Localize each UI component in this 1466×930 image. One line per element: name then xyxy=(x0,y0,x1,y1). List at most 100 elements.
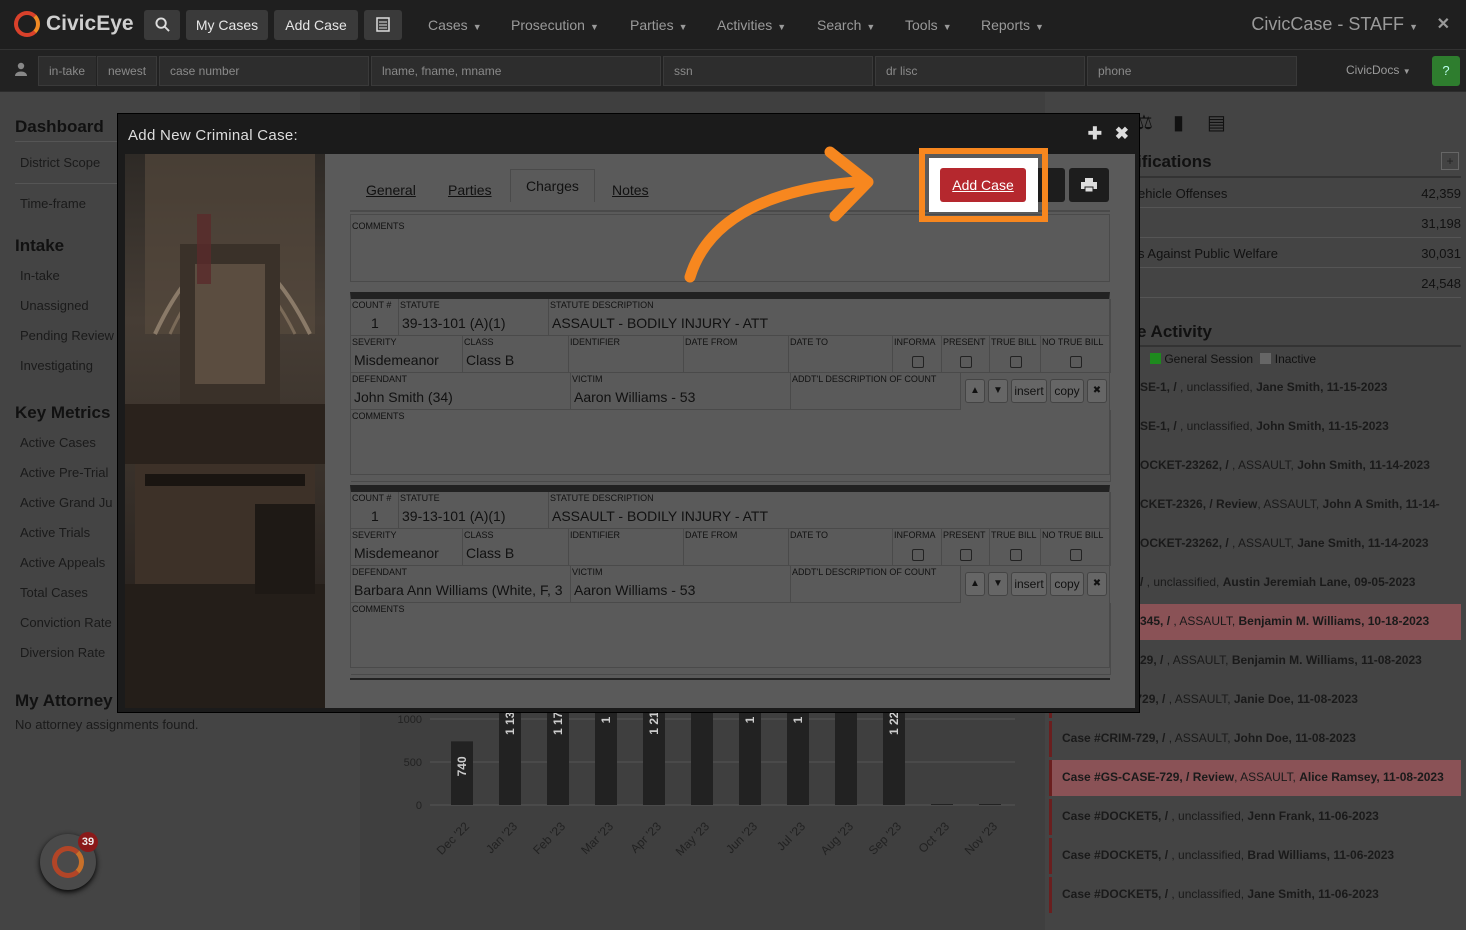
checkbox[interactable] xyxy=(1070,356,1082,368)
defendant-field[interactable]: DEFENDANT Barbara Ann Williams (White, F,… xyxy=(351,566,571,603)
bar[interactable] xyxy=(835,701,857,805)
nav-tools[interactable]: Tools ▼ xyxy=(905,17,952,33)
addtl-description-field[interactable]: ADDT'L DESCRIPTION OF COUNT xyxy=(791,373,961,410)
metric-total-cases[interactable]: Total Cases xyxy=(20,585,88,600)
activity-item[interactable]: Case #DOCKET5, / , unclassified, Jane Sm… xyxy=(1049,877,1461,913)
comments-field[interactable]: COMMENTS xyxy=(351,410,1111,482)
tab-notes[interactable]: Notes xyxy=(612,182,649,198)
identifier-field[interactable]: IDENTIFIER xyxy=(569,529,684,566)
newest-filter[interactable]: newest xyxy=(97,56,157,86)
insert-button[interactable]: insert xyxy=(1011,379,1047,403)
metric-active-appeals[interactable]: Active Appeals xyxy=(20,555,105,570)
metric-conviction-rate[interactable]: Conviction Rate xyxy=(20,615,112,630)
intake-filter[interactable]: in-take xyxy=(38,56,96,86)
role-switcher[interactable]: CivicCase - STAFF ▼ xyxy=(1251,14,1418,35)
victim-field[interactable]: VICTIM Aaron Williams - 53 xyxy=(571,566,791,603)
sidebar-item-pending-review[interactable]: Pending Review xyxy=(20,328,114,343)
close-icon[interactable]: ✕ xyxy=(1437,14,1450,34)
sidebar-item-intake[interactable]: In-take xyxy=(20,268,60,283)
civicdocs-menu[interactable]: CivicDocs ▼ xyxy=(1346,63,1411,77)
date-to-field[interactable]: DATE TO xyxy=(789,336,893,373)
print-button[interactable] xyxy=(1069,168,1109,202)
addtl-description-field[interactable]: ADDT'L DESCRIPTION OF COUNT xyxy=(791,566,961,603)
class-field[interactable]: CLASS Class B xyxy=(463,529,569,566)
nav-prosecution[interactable]: Prosecution ▼ xyxy=(511,17,599,33)
my-cases-button[interactable]: My Cases xyxy=(186,10,268,40)
nav-activities[interactable]: Activities ▼ xyxy=(717,17,786,33)
help-button[interactable]: ? xyxy=(1432,56,1460,86)
activity-item[interactable]: Case #GS-CASE-729, / Review, ASSAULT, Al… xyxy=(1049,760,1461,796)
checkbox[interactable] xyxy=(1010,356,1022,368)
app-logo[interactable]: CivicEye xyxy=(14,11,134,37)
count-field[interactable]: COUNT # 1 xyxy=(351,492,399,529)
identifier-field[interactable]: IDENTIFIER xyxy=(569,336,684,373)
copy-button[interactable]: copy xyxy=(1050,572,1084,596)
class-field[interactable]: CLASS Class B xyxy=(463,336,569,373)
checkbox[interactable] xyxy=(960,549,972,561)
tab-general[interactable]: General xyxy=(366,182,416,198)
count-field[interactable]: COUNT # 1 xyxy=(351,299,399,336)
ssn-input[interactable]: ssn xyxy=(663,56,873,86)
statute-description-field[interactable]: STATUTE DESCRIPTION ASSAULT - BODILY INJU… xyxy=(549,492,1111,529)
copy-button[interactable]: copy xyxy=(1050,379,1084,403)
dr-lisc-input[interactable]: dr lisc xyxy=(875,56,1085,86)
user-icon[interactable] xyxy=(14,62,28,81)
metric-diversion-rate[interactable]: Diversion Rate xyxy=(20,645,105,660)
sidebar-item-unassigned[interactable]: Unassigned xyxy=(20,298,89,313)
search-button[interactable] xyxy=(144,10,180,40)
add-case-nav-button[interactable]: Add Case xyxy=(274,10,358,40)
insert-button[interactable]: insert xyxy=(1011,572,1047,596)
metric-active-pre-trial[interactable]: Active Pre-Trial xyxy=(20,465,108,480)
document-icon[interactable]: ▮ xyxy=(1173,110,1184,135)
severity-field[interactable]: SEVERITY Misdemeanor xyxy=(351,529,463,566)
expand-plus-icon[interactable]: ✚ xyxy=(1088,124,1102,143)
date-from-field[interactable]: DATE FROM xyxy=(684,529,789,566)
expand-button[interactable]: + xyxy=(1441,152,1459,170)
close-modal-icon[interactable]: ✖ xyxy=(1115,124,1129,143)
move-up-button[interactable]: ▲ xyxy=(965,379,985,403)
phone-input[interactable]: phone xyxy=(1087,56,1297,86)
date-from-field[interactable]: DATE FROM xyxy=(684,336,789,373)
name-input[interactable]: lname, fname, mname xyxy=(371,56,661,86)
case-number-input[interactable]: case number xyxy=(159,56,369,86)
delete-button[interactable]: ✖ xyxy=(1087,572,1107,596)
district-scope-link[interactable]: District Scope xyxy=(20,155,100,170)
move-down-button[interactable]: ▼ xyxy=(988,572,1008,596)
statute-field[interactable]: STATUTE 39-13-101 (A)(1) xyxy=(399,492,549,529)
sidebar-item-investigating[interactable]: Investigating xyxy=(20,358,93,373)
move-up-button[interactable]: ▲ xyxy=(965,572,985,596)
tab-charges[interactable]: Charges xyxy=(510,169,595,202)
comments-field[interactable]: COMMENTS xyxy=(351,603,1111,675)
checkbox[interactable] xyxy=(912,549,924,561)
checkbox[interactable] xyxy=(1070,549,1082,561)
bar[interactable] xyxy=(979,804,1001,805)
nav-cases[interactable]: Cases ▼ xyxy=(428,17,482,33)
move-down-button[interactable]: ▼ xyxy=(988,379,1008,403)
checkbox[interactable] xyxy=(960,356,972,368)
activity-item[interactable]: Case #CRIM-729, / , ASSAULT, John Doe, 1… xyxy=(1049,721,1461,757)
book-icon[interactable]: ▤ xyxy=(1207,110,1226,135)
bar[interactable] xyxy=(931,804,953,805)
defendant-field[interactable]: DEFENDANT John Smith (34) xyxy=(351,373,571,410)
nav-reports[interactable]: Reports ▼ xyxy=(981,17,1044,33)
nav-parties[interactable]: Parties ▼ xyxy=(630,17,688,33)
activity-item[interactable]: Case #DOCKET5, / , unclassified, Jenn Fr… xyxy=(1049,799,1461,835)
metric-active-trials[interactable]: Active Trials xyxy=(20,525,90,540)
nav-search[interactable]: Search ▼ xyxy=(817,17,875,33)
activity-item[interactable]: Case #DOCKET5, / , unclassified, Brad Wi… xyxy=(1049,838,1461,874)
checkbox[interactable] xyxy=(1010,549,1022,561)
tab-parties[interactable]: Parties xyxy=(448,182,492,198)
statute-description-field[interactable]: STATUTE DESCRIPTION ASSAULT - BODILY INJU… xyxy=(549,299,1111,336)
statute-field[interactable]: STATUTE 39-13-101 (A)(1) xyxy=(399,299,549,336)
add-case-submit-button[interactable]: Add Case xyxy=(940,168,1026,202)
victim-field[interactable]: VICTIM Aaron Williams - 53 xyxy=(571,373,791,410)
metric-active-grand-jury[interactable]: Active Grand Ju xyxy=(20,495,113,510)
time-frame-link[interactable]: Time-frame xyxy=(20,196,86,211)
calculator-button[interactable] xyxy=(364,10,402,40)
bar[interactable] xyxy=(691,701,713,805)
severity-field[interactable]: SEVERITY Misdemeanor xyxy=(351,336,463,373)
metric-active-cases[interactable]: Active Cases xyxy=(20,435,96,450)
checkbox[interactable] xyxy=(912,356,924,368)
delete-button[interactable]: ✖ xyxy=(1087,379,1107,403)
date-to-field[interactable]: DATE TO xyxy=(789,529,893,566)
